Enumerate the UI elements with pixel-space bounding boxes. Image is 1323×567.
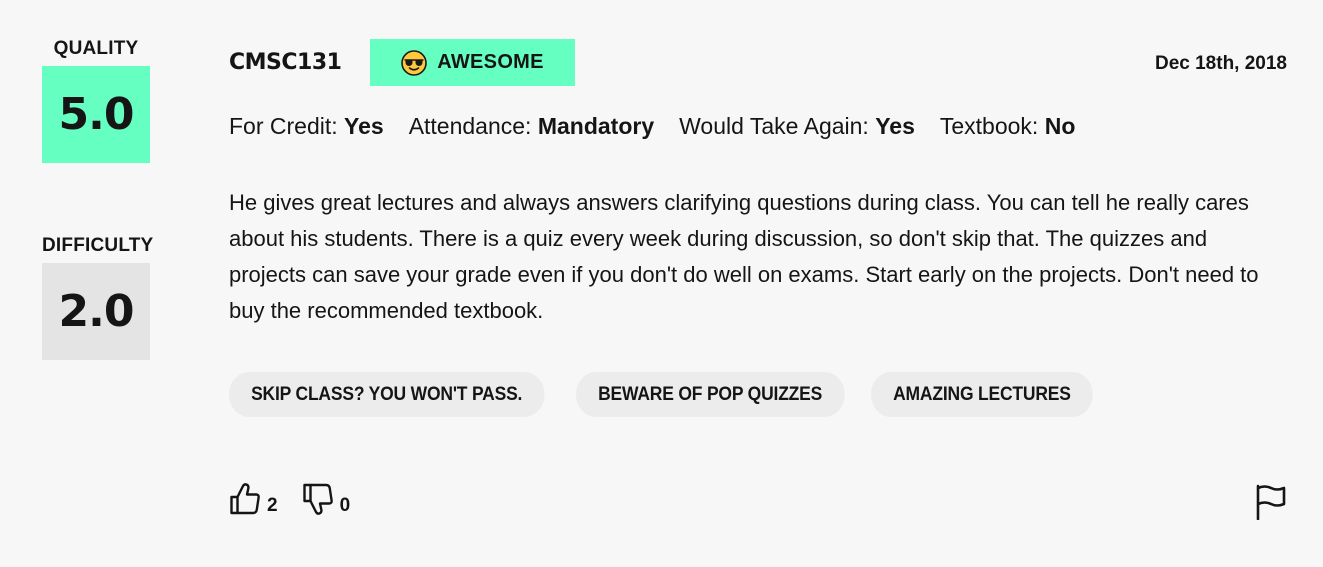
rating-tag: SKIP CLASS? YOU WON'T PASS. (229, 372, 545, 417)
textbook-label: Textbook: (939, 113, 1039, 139)
rating-tags: SKIP CLASS? YOU WON'T PASS. BEWARE OF PO… (229, 372, 1112, 417)
for-credit-value: Yes (344, 113, 384, 139)
emotion-badge: AWESOME (370, 39, 575, 86)
rating-column: QUALITY 5.0 DIFFICULTY 2.0 (42, 38, 154, 360)
for-credit-label: For Credit: (229, 113, 338, 139)
sunglasses-emoji-icon (401, 49, 428, 76)
emotion-label: AWESOME (437, 51, 544, 73)
meta-textbook: Textbook: No (940, 113, 1076, 140)
quality-label: QUALITY (53, 38, 139, 59)
rating-date: Dec 18th, 2018 (1154, 53, 1287, 74)
textbook-value: No (1044, 113, 1076, 139)
difficulty-label: DIFFICULTY (42, 235, 154, 256)
attendance-value: Mandatory (537, 113, 655, 139)
rating-comment: He gives great lectures and always answe… (229, 190, 1259, 323)
meta-attendance: Attendance: Mandatory (409, 113, 654, 140)
thumbs-up-icon (230, 483, 260, 515)
thumbs-down-count: 0 (339, 495, 351, 516)
meta-for-credit: For Credit: Yes (229, 113, 384, 140)
course-code: CMSC131 (229, 50, 342, 75)
difficulty-block: DIFFICULTY 2.0 (42, 235, 154, 360)
thumbs-up-button[interactable]: 2 (229, 482, 278, 516)
meta-take-again: Would Take Again: Yes (679, 113, 915, 140)
rating-meta: For Credit: Yes Attendance: Mandatory Wo… (229, 113, 1075, 140)
take-again-value: Yes (875, 113, 915, 139)
rating-tag: AMAZING LECTURES (871, 372, 1094, 417)
helpful-votes: 2 0 (229, 482, 350, 516)
take-again-label: Would Take Again: (679, 113, 869, 139)
quality-score: 5.0 (42, 66, 150, 163)
difficulty-score: 2.0 (42, 263, 150, 360)
rating-tag: BEWARE OF POP QUIZZES (575, 372, 844, 417)
flag-icon[interactable] (1254, 484, 1286, 520)
thumbs-down-button[interactable]: 0 (302, 482, 351, 516)
thumbs-down-icon (302, 483, 333, 515)
rating-card: QUALITY 5.0 DIFFICULTY 2.0 CMSC131 AWESO… (0, 0, 1323, 567)
attendance-label: Attendance: (408, 113, 532, 139)
thumbs-up-count: 2 (267, 495, 278, 516)
